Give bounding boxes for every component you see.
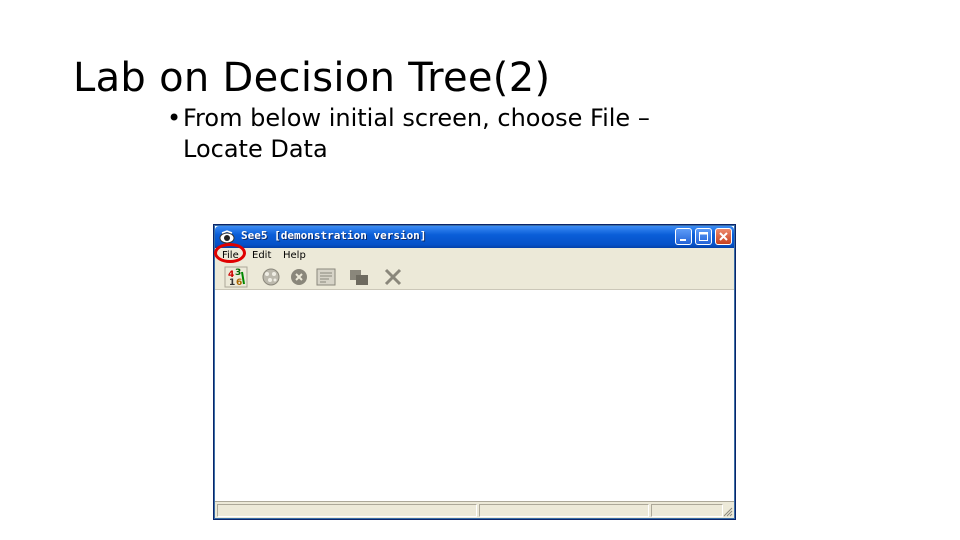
use-classifier-button[interactable] — [347, 266, 371, 288]
review-output-icon — [316, 268, 336, 286]
status-bar — [215, 501, 734, 518]
bullet-text: From below initial screen, choose File –… — [183, 104, 650, 163]
see5-window: See5 [demonstration version] File Edit H… — [213, 224, 736, 520]
stop-button[interactable] — [287, 266, 311, 288]
close-icon — [719, 232, 728, 241]
use-classifier-icon — [350, 270, 368, 285]
cross-reference-icon — [384, 268, 402, 286]
locate-data-button[interactable]: 4 3 1 6 — [224, 266, 248, 288]
window-title: See5 [demonstration version] — [241, 229, 427, 242]
status-pane — [479, 504, 649, 517]
svg-text:6: 6 — [236, 278, 242, 288]
minimize-button[interactable] — [675, 228, 692, 245]
maximize-button[interactable] — [695, 228, 712, 245]
resize-grip-icon[interactable] — [721, 505, 733, 517]
menu-help[interactable]: Help — [283, 250, 306, 261]
bullet-marker: • — [167, 104, 182, 132]
close-button[interactable] — [715, 228, 732, 245]
stop-icon — [291, 269, 307, 285]
svg-text:3: 3 — [235, 268, 241, 278]
construct-classifier-button[interactable] — [259, 266, 283, 288]
slide-title: Lab on Decision Tree(2) — [73, 55, 551, 101]
locate-data-icon: 4 3 1 6 — [224, 266, 248, 288]
status-pane — [217, 504, 477, 517]
menu-bar: File Edit Help — [215, 248, 734, 265]
workspace — [215, 290, 734, 502]
maximize-icon — [699, 232, 708, 241]
file-menu-highlight — [214, 243, 246, 263]
cross-reference-button[interactable] — [381, 266, 405, 288]
title-bar[interactable]: See5 [demonstration version] — [215, 226, 734, 248]
review-output-button[interactable] — [314, 266, 338, 288]
minimize-icon — [680, 239, 686, 241]
menu-edit[interactable]: Edit — [252, 250, 271, 261]
bullet-point: • From below initial screen, choose File… — [167, 103, 707, 165]
construct-classifier-icon — [262, 268, 280, 286]
svg-text:1: 1 — [229, 278, 235, 288]
toolbar: 4 3 1 6 — [215, 265, 734, 290]
status-pane — [651, 504, 723, 517]
